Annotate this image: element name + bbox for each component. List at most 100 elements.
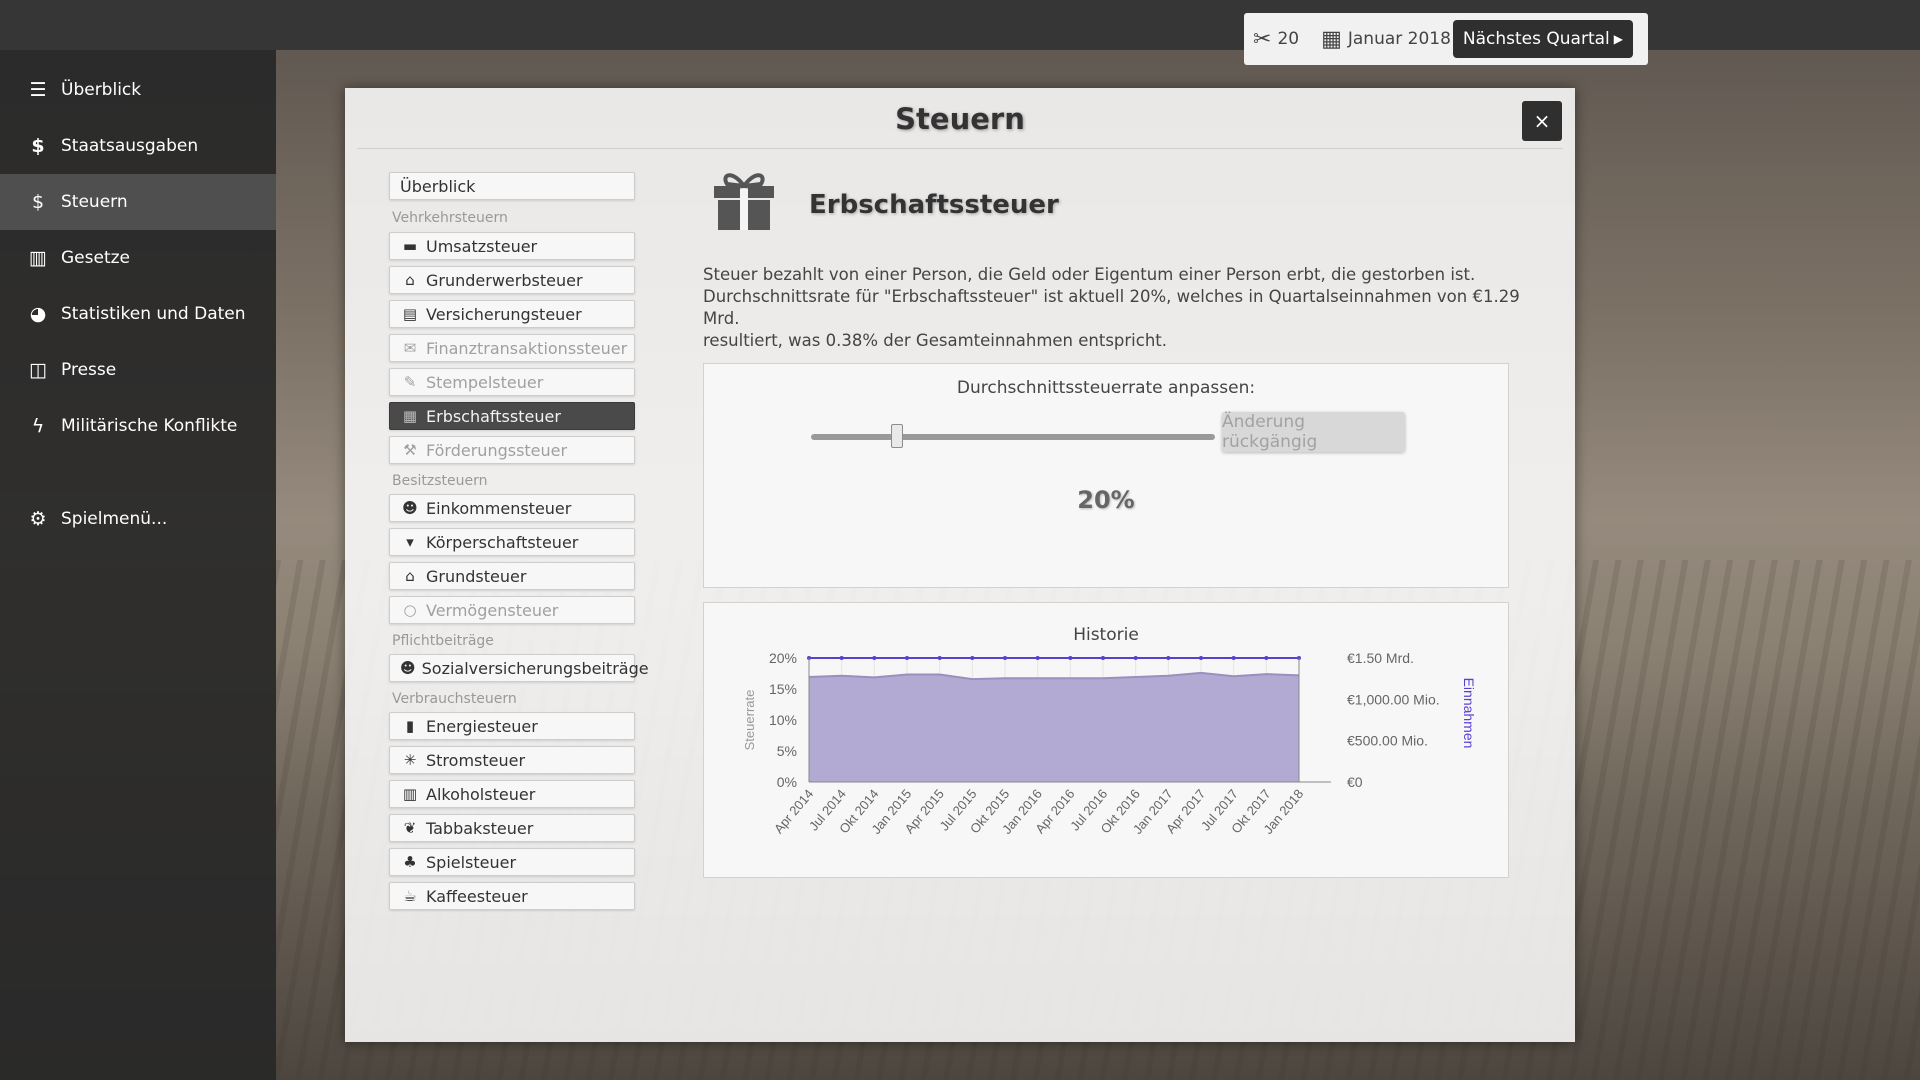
rate-point (1003, 656, 1007, 660)
rate-point (905, 656, 909, 660)
tax-nav-label: Finanztransaktionssteuer (426, 338, 628, 358)
tax-nav-finanztransaktionssteuer[interactable]: ✉ Finanztransaktionssteuer (389, 334, 635, 362)
right-tick-label: €1.50 Mrd. (1347, 650, 1414, 666)
history-chart: 0% 5% 10% 15% 20% €0 €500.00 Mio. €1,000.00 Mio… (742, 650, 1477, 837)
tax-nav-label: Alkoholsteuer (426, 784, 536, 804)
sidebar-item-label: Staatsausgaben (61, 136, 199, 156)
left-tick-label: 20% (769, 650, 797, 666)
tools-icon: ✂ (1253, 26, 1272, 52)
tax-nav-overview[interactable]: Überblick (389, 172, 635, 200)
tax-nav-label: Erbschaftssteuer (426, 406, 561, 426)
gift-icon (711, 166, 777, 236)
tax-nav-umsatzsteuer[interactable]: ▬ Umsatzsteuer (389, 232, 635, 260)
tax-nav-kaffeesteuer[interactable]: ☕ Kaffeesteuer (389, 882, 635, 910)
rate-value: 20% (1077, 486, 1135, 514)
left-tick-label: 15% (769, 681, 797, 697)
sidebar-item-taxes[interactable]: $ Steuern (0, 174, 276, 230)
tax-nav-label: Umsatzsteuer (426, 236, 538, 256)
tax-nav-koerperschaftsteuer[interactable]: ▾ Körperschaftsteuer (389, 528, 635, 556)
sidebar-item-game-menu[interactable]: ⚙ Spielmenü... (0, 491, 276, 547)
sidebar: ☰ Überblick $ Staatsausgaben $ Steuern ▥… (0, 50, 276, 1080)
right-axis-title: Einnahmen (1461, 678, 1477, 749)
club-icon: ♣ (403, 853, 417, 871)
tax-nav-sozialversicherungsbeitraege[interactable]: ☻ Sozialversicherungsbeiträge (389, 654, 649, 682)
tax-nav-spielsteuer[interactable]: ♣ Spielsteuer (389, 848, 635, 876)
revenue-area (809, 672, 1299, 782)
undo-change-button[interactable]: Änderung rückgängig (1222, 412, 1405, 452)
sidebar-item-label: Statistiken und Daten (61, 304, 246, 324)
tax-nav-alkoholsteuer[interactable]: ▥ Alkoholsteuer (389, 780, 635, 808)
leaf-icon: ❦ (403, 819, 417, 837)
people-icon: ☻ (400, 659, 416, 677)
tax-nav-label: Kaffeesteuer (426, 886, 528, 906)
sidebar-item-laws[interactable]: ▥ Gesetze (0, 230, 276, 286)
left-tick-label: 10% (769, 712, 797, 728)
tax-nav-label: Stromsteuer (426, 750, 526, 770)
sidebar-item-label: Spielmenü... (61, 509, 168, 529)
tax-nav-label: Energiesteuer (426, 716, 538, 736)
play-icon: ▶ (1613, 32, 1623, 46)
next-quarter-button[interactable]: Nächstes Quartal ▶ (1452, 20, 1633, 58)
pie-chart-icon: ◕ (29, 303, 47, 325)
tax-nav-tabbaksteuer[interactable]: ❦ Tabbaksteuer (389, 814, 635, 842)
rate-slider-handle[interactable] (891, 424, 903, 448)
house-icon: ⌂ (405, 271, 415, 289)
tax-nav-label: Versicherungsteuer (426, 304, 582, 324)
rate-point (1101, 656, 1105, 660)
left-tick-label: 5% (777, 743, 797, 759)
tax-detail-title: Erbschaftssteuer (809, 190, 1059, 220)
rate-point (1231, 656, 1236, 660)
stamp-icon: ✎ (403, 373, 417, 391)
tie-icon: ▾ (406, 533, 414, 551)
right-tick-label: €500.00 Mio. (1347, 733, 1428, 749)
tax-nav-grundsteuer[interactable]: ⌂ Grundsteuer (389, 562, 635, 590)
sidebar-item-statistics[interactable]: ◕ Statistiken und Daten (0, 286, 276, 342)
tax-nav-label: Förderungssteuer (426, 440, 568, 460)
next-quarter-label: Nächstes Quartal (1462, 29, 1610, 49)
sidebar-item-spending[interactable]: $ Staatsausgaben (0, 118, 276, 174)
tax-nav-label: Vermögensteuer (426, 600, 559, 620)
rate-point (1264, 656, 1269, 660)
tax-nav-label: Tabbaksteuer (426, 818, 534, 838)
tax-nav-versicherungsteuer[interactable]: ▤ Versicherungsteuer (389, 300, 635, 328)
gift-icon: ▦ (402, 407, 418, 425)
gear-icon: ⚙ (29, 508, 47, 530)
left-tick-label: 0% (777, 774, 797, 790)
x-tick-label: Apr 2014 (771, 786, 816, 836)
current-date: Januar 2018 (1347, 29, 1451, 49)
tax-nav-label: Grundsteuer (426, 566, 527, 586)
sidebar-item-label: Steuern (61, 192, 128, 212)
tax-nav-einkommensteuer[interactable]: ☻ Einkommensteuer (389, 494, 635, 522)
tax-nav-label: Spielsteuer (426, 852, 517, 872)
sidebar-item-press[interactable]: ◫ Presse (0, 342, 276, 398)
tax-nav-stromsteuer[interactable]: ✳ Stromsteuer (389, 746, 635, 774)
sidebar-item-label: Militärische Konflikte (61, 416, 238, 436)
rate-point (1035, 656, 1040, 660)
modal-divider (357, 148, 1563, 149)
sidebar-item-label: Presse (61, 360, 117, 380)
ring-icon: ○ (403, 601, 417, 619)
rate-slider-track[interactable] (811, 434, 1215, 440)
rate-point (937, 656, 942, 660)
close-button[interactable]: × (1522, 101, 1562, 141)
description-line: Durchschnittsrate für "Erbschaftssteuer"… (703, 287, 1520, 328)
tax-nav-vermoegensteuer[interactable]: ○ Vermögensteuer (389, 596, 635, 624)
rate-point (970, 656, 975, 660)
rate-adjust-panel: Durchschnittssteuerrate anpassen: Änderu… (703, 363, 1509, 588)
person-icon: ☻ (402, 499, 418, 517)
book-icon: ▥ (29, 247, 47, 269)
tax-nav-grunderwerbsteuer[interactable]: ⌂ Grunderwerbsteuer (389, 266, 635, 294)
tax-nav-energiesteuer[interactable]: ▮ Energiesteuer (389, 712, 635, 740)
coffee-icon: ☕ (403, 887, 417, 905)
history-chart-panel: Historie 0% 5% 10% 15% 20% €0 €500.00 Mio. €1,0… (703, 602, 1509, 878)
rate-point (1166, 656, 1171, 660)
tax-nav-foerderungssteuer[interactable]: ⚒ Förderungssteuer (389, 436, 635, 464)
sidebar-item-label: Überblick (61, 80, 142, 100)
sidebar-item-overview[interactable]: ☰ Überblick (0, 62, 276, 118)
sidebar-item-military[interactable]: ϟ Militärische Konflikte (0, 398, 276, 454)
document-icon: ▤ (402, 305, 418, 323)
tax-nav-erbschaftssteuer[interactable]: ▦ Erbschaftssteuer (389, 402, 635, 430)
card-icon: ▬ (402, 237, 418, 255)
action-points: 20 (1277, 29, 1300, 49)
tax-nav-stempelsteuer[interactable]: ✎ Stempelsteuer (389, 368, 635, 396)
